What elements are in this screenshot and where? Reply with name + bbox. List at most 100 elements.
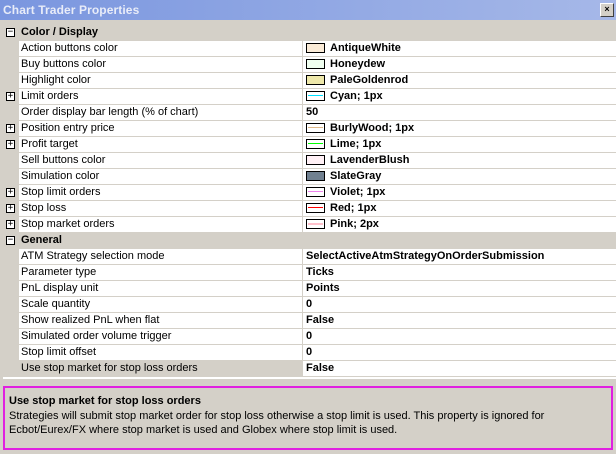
property-value-text: PaleGoldenrod — [330, 74, 409, 86]
property-row[interactable]: + Position entry price BurlyWood; 1px — [3, 121, 616, 137]
expand-icon[interactable]: + — [6, 220, 15, 229]
property-value[interactable]: False — [302, 361, 616, 377]
property-value[interactable]: Ticks — [302, 265, 616, 281]
property-row[interactable]: Simulated order volume trigger 0 — [3, 329, 616, 345]
property-name[interactable]: Stop limit orders — [19, 185, 303, 201]
row-gutter: + — [3, 137, 19, 153]
expand-icon[interactable]: + — [6, 92, 15, 101]
row-gutter — [3, 265, 19, 281]
property-name[interactable]: Parameter type — [19, 265, 303, 281]
property-name[interactable]: Show realized PnL when flat — [19, 313, 303, 329]
collapse-icon[interactable]: − — [6, 28, 15, 37]
property-value[interactable]: Pink; 2px — [302, 217, 616, 233]
property-value-text: Ticks — [306, 266, 334, 278]
row-gutter — [3, 57, 19, 73]
property-name[interactable]: Action buttons color — [19, 41, 303, 57]
row-gutter — [3, 105, 19, 121]
property-row[interactable]: Order display bar length (% of chart) 50 — [3, 105, 616, 121]
property-value[interactable]: Points — [302, 281, 616, 297]
row-gutter — [3, 41, 19, 57]
property-value[interactable]: BurlyWood; 1px — [302, 121, 616, 137]
property-value[interactable]: LavenderBlush — [302, 153, 616, 169]
property-name[interactable]: Buy buttons color — [19, 57, 303, 73]
property-name[interactable]: Order display bar length (% of chart) — [19, 105, 303, 121]
expand-icon[interactable]: + — [6, 188, 15, 197]
property-row[interactable]: Highlight color PaleGoldenrod — [3, 73, 616, 89]
property-name[interactable]: Scale quantity — [19, 297, 303, 313]
expand-icon[interactable]: + — [6, 204, 15, 213]
property-name[interactable]: Position entry price — [19, 121, 303, 137]
category-general[interactable]: − General — [3, 233, 616, 249]
property-value[interactable]: 0 — [302, 345, 616, 361]
property-value-text: Lime; 1px — [330, 138, 382, 150]
close-icon[interactable]: × — [600, 3, 614, 17]
property-name[interactable]: ATM Strategy selection mode — [19, 249, 303, 265]
property-row[interactable]: PnL display unit Points — [3, 281, 616, 297]
property-row[interactable]: + Stop loss Red; 1px — [3, 201, 616, 217]
property-value[interactable]: 0 — [302, 297, 616, 313]
property-row[interactable]: + Limit orders Cyan; 1px — [3, 89, 616, 105]
property-value[interactable]: Violet; 1px — [302, 185, 616, 201]
property-row[interactable]: Parameter type Ticks — [3, 265, 616, 281]
property-name[interactable]: Profit target — [19, 137, 303, 153]
stroke-sample — [308, 207, 323, 208]
property-value[interactable]: False — [302, 313, 616, 329]
property-value[interactable]: Red; 1px — [302, 201, 616, 217]
property-value[interactable]: Honeydew — [302, 57, 616, 73]
category-label: General — [21, 234, 62, 246]
row-gutter — [3, 73, 19, 89]
property-row[interactable]: Scale quantity 0 — [3, 297, 616, 313]
stroke-sample — [308, 191, 323, 192]
property-name[interactable]: Stop market orders — [19, 217, 303, 233]
expand-icon[interactable]: + — [6, 140, 15, 149]
property-value-text: LavenderBlush — [330, 154, 410, 166]
property-name[interactable]: Simulation color — [19, 169, 303, 185]
collapse-icon[interactable]: − — [6, 236, 15, 245]
property-row[interactable]: Stop limit offset 0 — [3, 345, 616, 361]
property-row[interactable]: ATM Strategy selection mode SelectActiveA… — [3, 249, 616, 265]
property-value-text: 0 — [306, 330, 313, 342]
property-row[interactable]: Show realized PnL when flat False — [3, 313, 616, 329]
property-name[interactable]: Stop limit offset — [19, 345, 303, 361]
property-name[interactable]: Limit orders — [19, 89, 303, 105]
property-row[interactable]: Buy buttons color Honeydew — [3, 57, 616, 73]
property-value[interactable]: 0 — [302, 329, 616, 345]
description-panel: Use stop market for stop loss orders Str… — [3, 386, 613, 450]
property-grid[interactable]: − Color / Display Action buttons color Anti… — [3, 25, 616, 379]
property-row[interactable]: + Profit target Lime; 1px — [3, 137, 616, 153]
property-name[interactable]: PnL display unit — [19, 281, 303, 297]
property-row[interactable]: + Stop market orders Pink; 2px — [3, 217, 616, 233]
property-value[interactable]: SlateGray — [302, 169, 616, 185]
property-name[interactable]: Highlight color — [19, 73, 303, 89]
color-swatch-icon — [306, 187, 325, 197]
property-row[interactable]: Sell buttons color LavenderBlush — [3, 153, 616, 169]
property-value[interactable]: PaleGoldenrod — [302, 73, 616, 89]
description-text: Strategies will submit stop market order… — [9, 410, 545, 436]
property-name[interactable]: Use stop market for stop loss orders — [19, 361, 303, 377]
expand-icon[interactable]: + — [6, 124, 15, 133]
property-value-text: Points — [306, 282, 340, 294]
property-value-text: BurlyWood; 1px — [330, 122, 415, 134]
property-row[interactable]: Action buttons color AntiqueWhite — [3, 41, 616, 57]
property-value[interactable]: Cyan; 1px — [302, 89, 616, 105]
property-value[interactable]: 50 — [302, 105, 616, 121]
property-value[interactable]: AntiqueWhite — [302, 41, 616, 57]
property-value-text: AntiqueWhite — [330, 42, 401, 54]
category-color-display[interactable]: − Color / Display — [3, 25, 616, 41]
color-swatch-icon — [306, 59, 325, 69]
property-value[interactable]: Lime; 1px — [302, 137, 616, 153]
property-name[interactable]: Simulated order volume trigger — [19, 329, 303, 345]
property-row[interactable]: + Stop limit orders Violet; 1px — [3, 185, 616, 201]
property-name[interactable]: Stop loss — [19, 201, 303, 217]
property-value-text: 0 — [306, 346, 313, 358]
property-row[interactable]: Use stop market for stop loss orders Fals… — [3, 361, 616, 377]
row-gutter: + — [3, 201, 19, 217]
property-name[interactable]: Sell buttons color — [19, 153, 303, 169]
property-row[interactable]: Simulation color SlateGray — [3, 169, 616, 185]
property-value[interactable]: SelectActiveAtmStrategyOnOrderSubmission — [302, 249, 616, 265]
property-value-text: Honeydew — [330, 58, 386, 70]
row-gutter: + — [3, 217, 19, 233]
property-value-text: Cyan; 1px — [330, 90, 383, 102]
window-title-bar[interactable]: Chart Trader Properties × — [0, 0, 616, 20]
color-swatch-icon — [306, 139, 325, 149]
